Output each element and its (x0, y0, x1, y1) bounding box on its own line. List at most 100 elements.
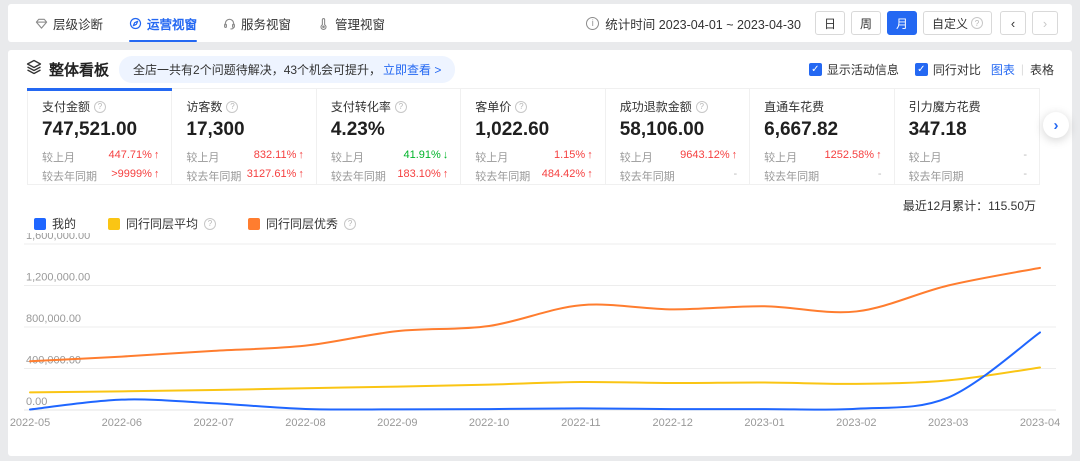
nav-tabs: 层级诊断 运营视窗服务视窗 管理视窗 (22, 4, 398, 42)
date-pager: ‹ › (1000, 11, 1058, 35)
compare-label: 较去年同期 (186, 168, 241, 184)
page-title: 整体看板 (49, 59, 109, 80)
peer-compare-checkbox[interactable]: ✓ (915, 63, 928, 76)
metric-title: 支付转化率? (331, 98, 448, 115)
x-axis-label: 2023-04 (1020, 417, 1060, 429)
legend-label: 同行同层优秀 (266, 215, 338, 232)
compare-value: 1252.58%↑ (825, 149, 882, 165)
notice-link[interactable]: 立即查看 > (383, 61, 441, 78)
topbar-right: i 统计时间 2023-04-01 ~ 2023-04-30 日周月自定义? ‹… (586, 11, 1058, 35)
compare-value: - (733, 168, 737, 184)
compare-value: 832.11%↑ (254, 149, 304, 165)
top-nav-bar: 层级诊断 运营视窗服务视窗 管理视窗 i 统计时间 2023-04-01 ~ 202… (8, 4, 1072, 42)
legend-label: 同行同层平均 (126, 215, 198, 232)
gem-icon (35, 17, 48, 30)
help-icon[interactable]: ? (971, 17, 983, 29)
metric-title: 客单价? (475, 98, 592, 115)
metric-card[interactable]: 支付金额?747,521.00较上月447.71%↑较去年同期>9999%↑ (28, 89, 172, 184)
help-icon[interactable]: ? (344, 218, 356, 230)
compare-label: 较上月 (475, 149, 508, 165)
show-activity-label: 显示活动信息 (827, 61, 899, 78)
metric-title-text: 客单价 (475, 98, 511, 115)
period-button-label: 周 (860, 15, 872, 32)
stat-time-range: 2023-04-01 ~ 2023-04-30 (659, 18, 801, 32)
layers-icon (26, 59, 42, 80)
help-icon[interactable]: ? (94, 101, 106, 113)
metric-card[interactable]: 支付转化率?4.23%较上月41.91%↓较去年同期183.10%↑ (317, 89, 461, 184)
help-icon[interactable]: ? (515, 101, 527, 113)
metric-value: 58,106.00 (620, 119, 737, 141)
compare-row-mom: 较上月- (909, 149, 1027, 165)
compare-value: 9643.12%↑ (680, 149, 737, 165)
nav-tab-服务视窗[interactable]: 服务视窗 (210, 4, 304, 42)
y-axis-label: 800,000.00 (26, 313, 81, 325)
compare-value: 484.42%↑ (542, 168, 593, 184)
show-activity-checkbox[interactable]: ✓ (809, 63, 822, 76)
period-buttons: 日周月自定义? (815, 11, 992, 35)
view-table-toggle[interactable]: 表格 (1030, 61, 1054, 78)
trend-chart[interactable]: 0.00400,000.00800,000.001,200,000.001,60… (8, 233, 1072, 443)
header-controls: ✓ 显示活动信息 ✓ 同行对比 图表 | 表格 (809, 61, 1054, 78)
metric-title-text: 引力魔方花费 (909, 98, 981, 115)
metric-card[interactable]: 直通车花费6,667.82较上月1252.58%↑较去年同期- (750, 89, 894, 184)
compare-label: 较上月 (620, 149, 653, 165)
nav-tab-label: 运营视窗 (147, 14, 197, 33)
view-chart-toggle[interactable]: 图表 (991, 61, 1015, 78)
compare-value: - (878, 168, 882, 184)
x-axis-label: 2023-03 (928, 417, 968, 429)
metric-value: 4.23% (331, 119, 448, 141)
metric-card[interactable]: 访客数?17,300较上月832.11%↑较去年同期3127.61%↑ (172, 89, 316, 184)
metric-title-text: 成功退款金额 (620, 98, 692, 115)
legend-swatch (108, 218, 120, 230)
compare-row-mom: 较上月1252.58%↑ (764, 149, 881, 165)
legend-item-我的[interactable]: 我的 (34, 215, 76, 232)
nav-tab-层级诊断[interactable]: 层级诊断 (22, 4, 116, 42)
metric-cards-row: 支付金额?747,521.00较上月447.71%↑较去年同期>9999%↑访客… (27, 88, 1040, 185)
prev-period-button[interactable]: ‹ (1000, 11, 1026, 35)
compare-row-mom: 较上月 9643.12%↑ (620, 149, 737, 165)
up-arrow-icon: ↑ (443, 168, 449, 180)
compare-row-yoy: 较去年同期- (909, 168, 1027, 184)
legend-item-同行同层平均[interactable]: 同行同层平均? (108, 215, 216, 232)
cards-scroll-next-button[interactable]: › (1043, 112, 1069, 138)
metric-card[interactable]: 客单价? 1,022.60 较上月 1.15%↑ 较去年同期 484.42%↑ (461, 89, 605, 184)
stat-time-text: 统计时间 2023-04-01 ~ 2023-04-30 (605, 14, 801, 33)
x-axis-label: 2022-08 (285, 417, 325, 429)
x-axis-label: 2022-05 (10, 417, 50, 429)
up-arrow-icon: ↑ (876, 149, 882, 161)
compare-label: 较上月 (331, 149, 364, 165)
help-icon[interactable]: ? (696, 101, 708, 113)
metric-title-text: 支付转化率 (331, 98, 391, 115)
metric-card[interactable]: 成功退款金额?58,106.00较上月9643.12%↑较去年同期- (606, 89, 750, 184)
period-button-周[interactable]: 周 (851, 11, 881, 35)
notice-text: 全店一共有2个问题待解决，43个机会可提升， (133, 61, 381, 78)
metric-value: 747,521.00 (42, 119, 159, 141)
help-icon[interactable]: ? (395, 101, 407, 113)
metric-value: 1,022.60 (475, 119, 592, 141)
legend-item-同行同层优秀[interactable]: 同行同层优秀? (248, 215, 356, 232)
metric-title-text: 支付金额 (42, 98, 90, 115)
period-button-日[interactable]: 日 (815, 11, 845, 35)
compare-row-yoy: 较去年同期 484.42%↑ (475, 168, 592, 184)
x-axis-label: 2022-11 (561, 417, 601, 429)
series-line-同行同层优秀 (30, 268, 1040, 361)
compare-label: 较上月 (909, 149, 942, 165)
help-icon[interactable]: ? (226, 101, 238, 113)
compare-row-yoy: 较去年同期183.10%↑ (331, 168, 448, 184)
compass-icon (129, 17, 142, 30)
up-arrow-icon: ↑ (154, 149, 160, 161)
period-button-月[interactable]: 月 (887, 11, 917, 35)
help-icon[interactable]: ? (204, 218, 216, 230)
nav-tab-label: 管理视窗 (335, 14, 385, 33)
overview-panel: 整体看板 全店一共有2个问题待解决，43个机会可提升， 立即查看 > ✓ 显示活… (8, 50, 1072, 456)
period-button-自定义[interactable]: 自定义? (923, 11, 992, 35)
compare-value: 3127.61%↑ (247, 168, 304, 184)
nav-tab-管理视窗[interactable]: 管理视窗 (304, 4, 398, 42)
metric-title-text: 直通车花费 (764, 98, 824, 115)
metric-card[interactable]: 引力魔方花费347.18较上月-较去年同期- (895, 89, 1039, 184)
stat-time-label: 统计时间 (605, 18, 655, 32)
compare-label: 较去年同期 (475, 168, 530, 184)
compare-value: 1.15%↑ (554, 149, 593, 165)
next-period-button[interactable]: › (1032, 11, 1058, 35)
nav-tab-运营视窗[interactable]: 运营视窗 (116, 4, 210, 42)
